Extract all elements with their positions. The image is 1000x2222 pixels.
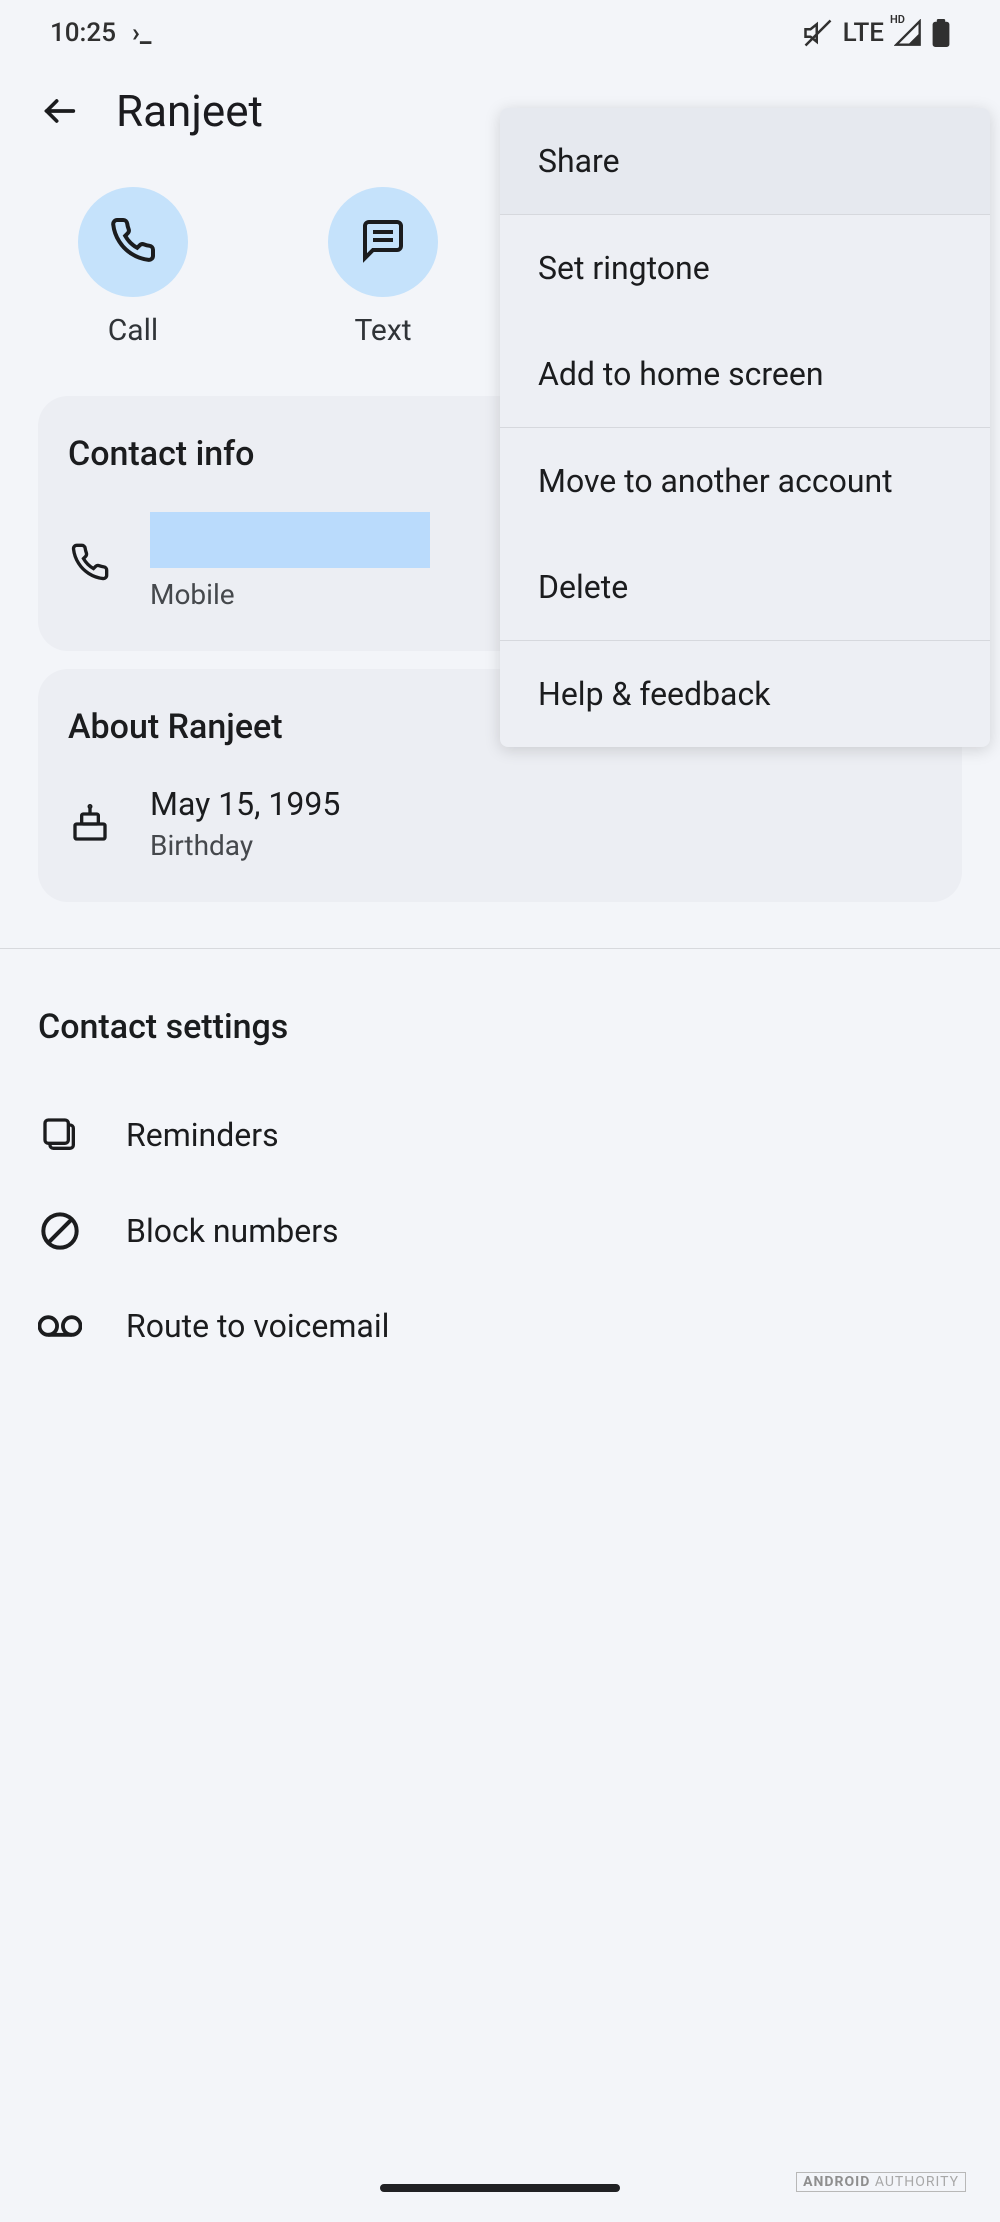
watermark: ANDROID AUTHORITY	[796, 2172, 966, 2192]
voicemail-item[interactable]: Route to voicemail	[38, 1279, 962, 1373]
phone-number-redacted	[150, 512, 430, 568]
status-bar: 10:25 ›_ LTE HD	[0, 0, 1000, 65]
contact-settings-section: Contact settings Reminders Block numbers…	[0, 949, 1000, 1403]
block-label: Block numbers	[126, 1212, 339, 1250]
signal-icon: HD	[894, 19, 922, 47]
call-action[interactable]: Call	[78, 187, 188, 348]
battery-icon	[932, 19, 950, 47]
text-action[interactable]: Text	[328, 187, 438, 348]
back-button[interactable]	[36, 87, 84, 135]
menu-add-home[interactable]: Add to home screen	[500, 321, 990, 427]
contact-settings-title: Contact settings	[38, 1007, 962, 1047]
text-icon	[359, 216, 407, 268]
text-label: Text	[354, 313, 411, 348]
menu-move-account[interactable]: Move to another account	[500, 428, 990, 534]
menu-set-ringtone[interactable]: Set ringtone	[500, 215, 990, 321]
reminders-icon	[38, 1115, 82, 1155]
block-item[interactable]: Block numbers	[38, 1183, 962, 1279]
phone-icon	[68, 542, 112, 582]
terminal-icon: ›_	[132, 18, 151, 48]
cake-icon	[68, 804, 112, 844]
reminders-item[interactable]: Reminders	[38, 1087, 962, 1183]
birthday-row[interactable]: May 15, 1995 Birthday	[68, 777, 932, 862]
mute-icon	[803, 18, 833, 48]
birthday-date: May 15, 1995	[150, 785, 340, 823]
menu-share[interactable]: Share	[500, 108, 990, 214]
contact-name: Ranjeet	[116, 85, 263, 137]
menu-help[interactable]: Help & feedback	[500, 641, 990, 747]
phone-type: Mobile	[150, 578, 430, 611]
menu-delete[interactable]: Delete	[500, 534, 990, 640]
overflow-menu: Share Set ringtone Add to home screen Mo…	[500, 108, 990, 747]
voicemail-label: Route to voicemail	[126, 1307, 389, 1345]
status-time: 10:25	[50, 18, 116, 48]
nav-pill[interactable]	[380, 2184, 620, 2192]
network-label: LTE	[843, 18, 884, 48]
call-label: Call	[108, 313, 158, 348]
birthday-label: Birthday	[150, 829, 340, 862]
reminders-label: Reminders	[126, 1116, 279, 1154]
phone-icon	[109, 216, 157, 268]
voicemail-icon	[38, 1311, 82, 1341]
block-icon	[38, 1211, 82, 1251]
